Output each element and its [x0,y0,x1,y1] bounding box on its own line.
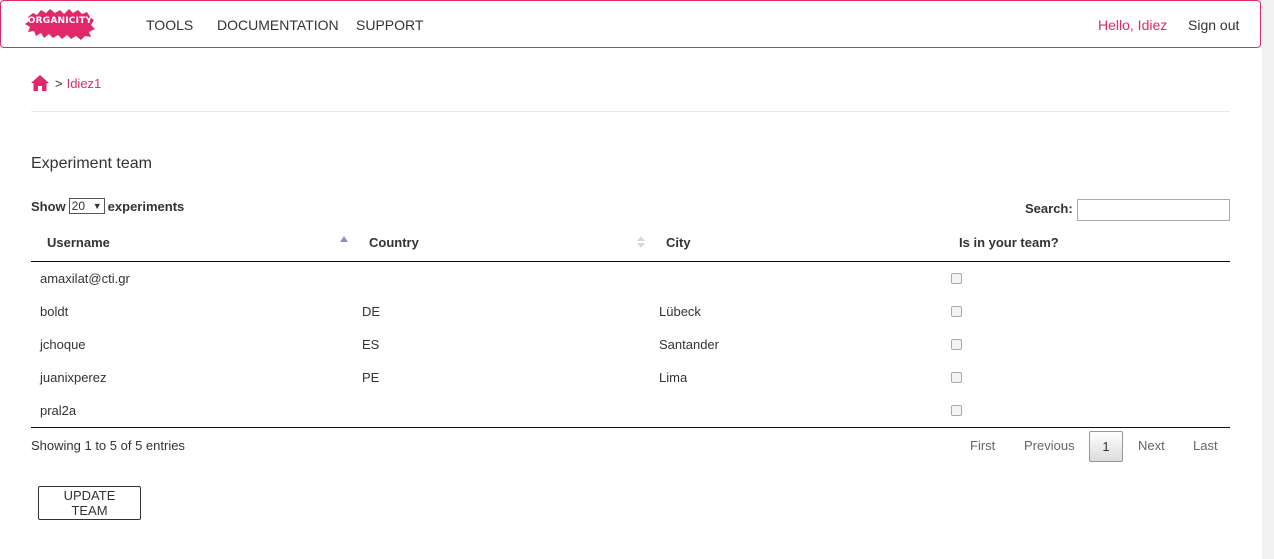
in-team-checkbox[interactable] [951,372,962,383]
in-team-checkbox[interactable] [951,339,962,350]
home-icon[interactable] [31,75,49,91]
nav-documentation[interactable]: DOCUMENTATION [217,17,339,33]
section-title: Experiment team [31,155,152,172]
in-team-checkbox[interactable] [951,405,962,416]
cell-username: pral2a [40,403,77,418]
table-info: Showing 1 to 5 of 5 entries [31,438,185,453]
cell-country: PE [362,370,380,385]
page-scrollbar[interactable] [1262,0,1274,559]
length-prefix: Show [31,198,66,214]
table-row: jchoque ES Santander [31,328,1230,361]
breadcrumb-current[interactable]: Idiez1 [67,76,102,91]
page-length-select[interactable]: 20 ▼ [68,198,105,214]
organicity-logo[interactable]: ORGANICITY [24,7,96,41]
navbar: ORGANICITY TOOLS DOCUMENTATION SUPPORT H… [0,0,1261,48]
column-header-country[interactable]: Country [369,235,419,250]
update-team-button[interactable]: UPDATE TEAM [38,486,141,520]
nav-tools[interactable]: TOOLS [146,17,193,33]
column-header-in-team[interactable]: Is in your team? [959,235,1059,250]
in-team-checkbox[interactable] [951,306,962,317]
pagination-first[interactable]: First [970,438,995,453]
user-greeting[interactable]: Hello, Idiez [1098,17,1167,33]
cell-username: juanixperez [40,370,107,385]
page-length-value: 20 [71,199,86,213]
pagination-last[interactable]: Last [1193,438,1218,453]
cell-city: Lima [659,370,688,385]
table-row: amaxilat@cti.gr [31,262,1230,295]
divider [31,111,1230,112]
cell-city: Santander [659,337,719,352]
breadcrumb-separator: > [55,75,63,91]
table-body: amaxilat@cti.gr boldt DE Lübeck jchoque … [31,262,1230,428]
cell-username: amaxilat@cti.gr [40,271,130,286]
cell-country: DE [362,304,381,319]
cell-city: Lübeck [659,304,701,319]
pagination-page-current[interactable]: 1 [1089,431,1123,462]
column-header-city[interactable]: City [666,235,691,250]
breadcrumb: > Idiez1 [31,74,101,92]
pagination-previous[interactable]: Previous [1024,438,1075,453]
table-row: juanixperez PE Lima [31,361,1230,394]
table-row: boldt DE Lübeck [31,295,1230,328]
table-row: pral2a [31,394,1230,427]
search-label: Search: [1025,201,1073,216]
team-table: Username Country City Is in your team? a… [31,226,1230,428]
in-team-checkbox[interactable] [951,273,962,284]
logo-text: ORGANICITY [27,16,93,26]
sort-both-icon [637,236,645,250]
chevron-down-icon: ▼ [92,201,102,211]
page: ORGANICITY TOOLS DOCUMENTATION SUPPORT H… [0,0,1274,559]
cell-country: ES [362,337,380,352]
length-control: Show 20 ▼ experiments [31,198,184,214]
search-input[interactable] [1077,199,1230,221]
table-header: Username Country City Is in your team? [31,226,1230,262]
sort-ascending-icon [340,236,348,242]
nav-support[interactable]: SUPPORT [356,17,423,33]
pagination-next[interactable]: Next [1138,438,1165,453]
sign-out-link[interactable]: Sign out [1188,17,1239,33]
cell-username: jchoque [40,337,86,352]
length-suffix: experiments [107,198,185,214]
cell-username: boldt [40,304,69,319]
column-header-username[interactable]: Username [47,235,110,250]
